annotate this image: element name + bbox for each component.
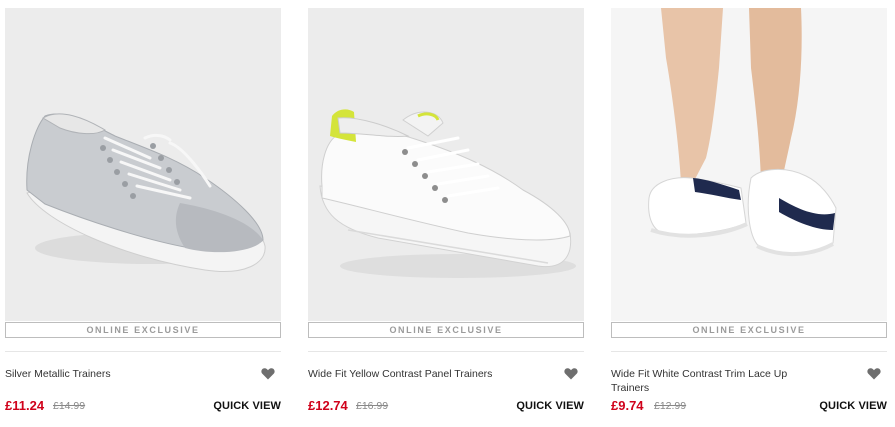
online-exclusive-badge: ONLINE EXCLUSIVE bbox=[611, 322, 887, 338]
product-title[interactable]: Silver Metallic Trainers bbox=[5, 367, 200, 381]
divider bbox=[5, 351, 281, 352]
original-price: £12.99 bbox=[654, 400, 687, 412]
sale-price: £12.74 bbox=[308, 398, 348, 413]
product-card: ONLINE EXCLUSIVE Wide Fit Yellow Contras… bbox=[308, 8, 584, 423]
product-card: ONLINE EXCLUSIVE Wide Fit White Contrast… bbox=[611, 8, 887, 423]
product-image-white-contrast-trim-trainers[interactable] bbox=[611, 8, 887, 321]
quick-view-button[interactable]: QUICK VIEW bbox=[213, 400, 281, 412]
heart-icon[interactable] bbox=[867, 367, 881, 380]
product-image-silver-metallic-trainers[interactable] bbox=[5, 8, 281, 321]
product-title[interactable]: Wide Fit White Contrast Trim Lace Up Tra… bbox=[611, 367, 806, 395]
online-exclusive-badge: ONLINE EXCLUSIVE bbox=[308, 322, 584, 338]
quick-view-button[interactable]: QUICK VIEW bbox=[516, 400, 584, 412]
product-card: ONLINE EXCLUSIVE Silver Metallic Trainer… bbox=[5, 8, 281, 423]
quick-view-button[interactable]: QUICK VIEW bbox=[819, 400, 887, 412]
divider bbox=[611, 351, 887, 352]
sale-price: £11.24 bbox=[5, 398, 45, 413]
heart-icon[interactable] bbox=[564, 367, 578, 380]
online-exclusive-badge: ONLINE EXCLUSIVE bbox=[5, 322, 281, 338]
silver-trainer-image bbox=[5, 8, 281, 321]
original-price: £14.99 bbox=[53, 400, 86, 412]
heart-icon[interactable] bbox=[261, 367, 275, 380]
product-grid: ONLINE EXCLUSIVE Silver Metallic Trainer… bbox=[0, 0, 895, 427]
sale-price: £9.74 bbox=[611, 398, 644, 413]
divider bbox=[308, 351, 584, 352]
white-yellow-trainer-image bbox=[308, 8, 584, 321]
product-title[interactable]: Wide Fit Yellow Contrast Panel Trainers bbox=[308, 367, 503, 381]
product-image-yellow-contrast-trainers[interactable] bbox=[308, 8, 584, 321]
model-wearing-trainers-image bbox=[611, 8, 887, 321]
original-price: £16.99 bbox=[356, 400, 389, 412]
